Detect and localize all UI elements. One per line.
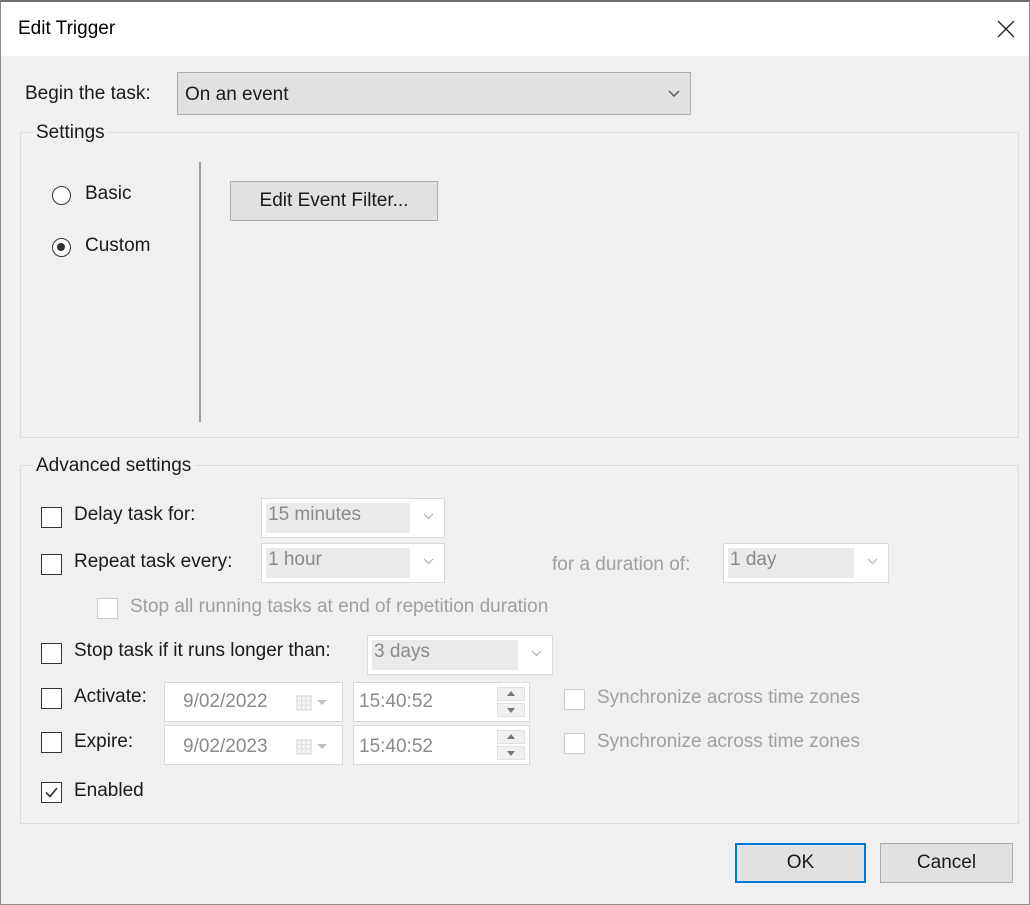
repeat-task-value: 1 hour (268, 549, 322, 570)
time-up-button[interactable] (497, 730, 525, 744)
settings-group (20, 132, 1019, 438)
custom-radio-label[interactable]: Custom (85, 235, 150, 257)
settings-divider (199, 162, 201, 422)
chevron-down-icon (867, 558, 878, 565)
delay-task-value: 15 minutes (268, 504, 361, 525)
repeat-task-select[interactable]: 1 hour (261, 543, 445, 583)
activate-sync-label[interactable]: Synchronize across time zones (597, 687, 860, 709)
enabled-checkbox[interactable] (41, 782, 62, 803)
duration-select[interactable]: 1 day (723, 543, 889, 583)
arrow-up-icon (507, 691, 515, 696)
calendar-icon[interactable] (296, 695, 332, 711)
expire-label[interactable]: Expire: (74, 731, 133, 753)
advanced-settings-title: Advanced settings (33, 455, 195, 477)
expire-date-picker[interactable]: 9/02/2023 (164, 725, 343, 765)
begin-task-label: Begin the task: (25, 83, 151, 104)
title-bar: Edit Trigger (1, 2, 1029, 56)
duration-label: for a duration of: (552, 554, 691, 575)
repeat-task-label[interactable]: Repeat task every: (74, 551, 232, 573)
close-button[interactable] (986, 14, 1026, 48)
stop-if-longer-value: 3 days (374, 641, 430, 662)
arrow-down-icon (507, 751, 515, 756)
custom-radio[interactable] (52, 238, 71, 257)
basic-radio-label[interactable]: Basic (85, 183, 131, 205)
edit-event-filter-button[interactable]: Edit Event Filter... (230, 181, 438, 221)
delay-task-select[interactable]: 15 minutes (261, 498, 445, 538)
time-down-button[interactable] (497, 746, 525, 760)
duration-value: 1 day (730, 549, 777, 570)
expire-checkbox[interactable] (41, 732, 62, 753)
arrow-up-icon (507, 734, 515, 739)
stop-all-tasks-label[interactable]: Stop all running tasks at end of repetit… (130, 596, 548, 618)
stop-if-longer-select[interactable]: 3 days (367, 635, 553, 675)
time-up-button[interactable] (497, 687, 525, 701)
enabled-label[interactable]: Enabled (74, 780, 144, 802)
dialog-title: Edit Trigger (18, 18, 116, 39)
expire-sync-checkbox[interactable] (564, 733, 585, 754)
calendar-icon[interactable] (296, 739, 332, 755)
delay-task-checkbox[interactable] (41, 507, 62, 528)
expire-sync-label[interactable]: Synchronize across time zones (597, 731, 860, 753)
cancel-button[interactable]: Cancel (880, 843, 1013, 883)
settings-group-title: Settings (33, 122, 108, 144)
expire-date-value: 9/02/2023 (183, 736, 268, 757)
activate-label[interactable]: Activate: (74, 686, 147, 708)
activate-checkbox[interactable] (41, 688, 62, 709)
stop-all-tasks-checkbox[interactable] (97, 598, 118, 619)
activate-time-picker[interactable]: 15:40:52 (353, 682, 530, 722)
activate-time-value: 15:40:52 (359, 691, 433, 712)
checkmark-icon (45, 787, 58, 798)
stop-if-longer-checkbox[interactable] (41, 643, 62, 664)
chevron-down-icon (668, 90, 680, 97)
basic-radio[interactable] (52, 186, 71, 205)
time-down-button[interactable] (497, 703, 525, 717)
stop-if-longer-label[interactable]: Stop task if it runs longer than: (74, 640, 331, 662)
begin-task-value: On an event (185, 84, 289, 105)
repeat-task-checkbox[interactable] (41, 554, 62, 575)
close-icon (997, 20, 1015, 38)
chevron-down-icon (423, 513, 434, 520)
expire-time-picker[interactable]: 15:40:52 (353, 725, 530, 765)
ok-button[interactable]: OK (735, 843, 866, 883)
delay-task-label[interactable]: Delay task for: (74, 504, 195, 526)
arrow-down-icon (507, 708, 515, 713)
activate-sync-checkbox[interactable] (564, 689, 585, 710)
begin-task-select[interactable]: On an event (177, 72, 691, 115)
chevron-down-icon (423, 558, 434, 565)
expire-time-value: 15:40:52 (359, 736, 433, 757)
activate-date-value: 9/02/2022 (183, 691, 268, 712)
chevron-down-icon (531, 650, 542, 657)
activate-date-picker[interactable]: 9/02/2022 (164, 682, 343, 722)
edit-trigger-dialog: Edit Trigger Begin the task: On an event… (0, 0, 1030, 905)
